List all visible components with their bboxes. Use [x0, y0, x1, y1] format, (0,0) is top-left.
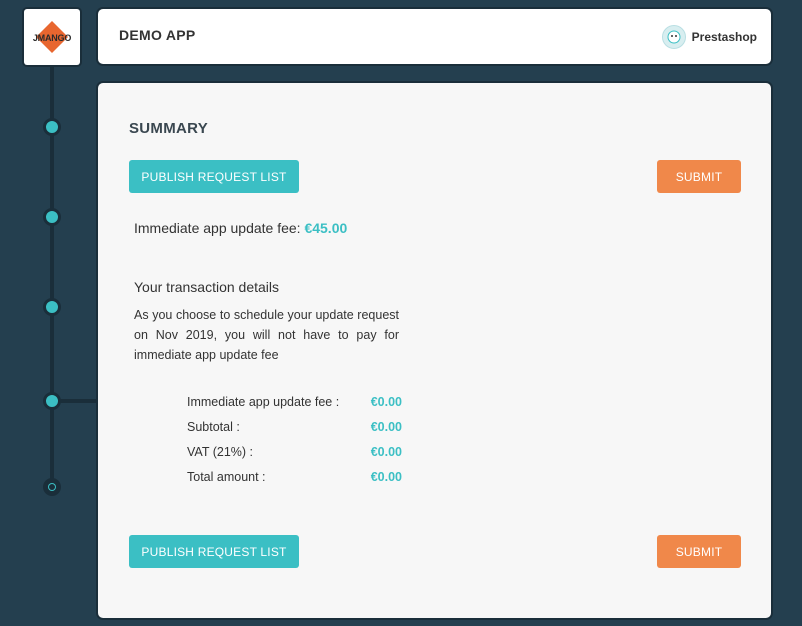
immediate-fee-line: Immediate app update fee: €45.00	[134, 220, 347, 236]
platform-label: Prestashop	[691, 30, 757, 44]
immediate-fee-value: €45.00	[304, 220, 348, 236]
row-value: €0.00	[370, 469, 402, 484]
transaction-details-title: Your transaction details	[134, 279, 280, 295]
page-title: SUMMARY	[129, 120, 209, 137]
app-logo[interactable]: JMANGO	[24, 9, 80, 65]
immediate-fee-label: Immediate app update fee:	[134, 220, 301, 236]
table-row: VAT (21%) : €0.00	[187, 439, 402, 464]
row-value: €0.00	[370, 394, 402, 409]
prestashop-icon	[661, 25, 686, 49]
table-row: Total amount : €0.00	[187, 464, 402, 489]
submit-button-bottom[interactable]: SUBMIT	[657, 535, 741, 568]
row-label: Subtotal :	[187, 419, 240, 434]
timeline-step-1[interactable]	[43, 118, 61, 136]
transaction-note: As you choose to schedule your update re…	[134, 308, 399, 362]
publish-request-list-button-bottom[interactable]: PUBLISH REQUEST LIST	[129, 535, 299, 568]
table-row: Subtotal : €0.00	[187, 414, 402, 439]
row-label: VAT (21%) :	[187, 444, 253, 459]
submit-button-top[interactable]: SUBMIT	[657, 160, 741, 193]
summary-panel: SUMMARY PUBLISH REQUEST LIST SUBMIT Imme…	[98, 83, 771, 618]
publish-request-list-button-top[interactable]: PUBLISH REQUEST LIST	[129, 160, 299, 193]
platform-indicator: Prestashop	[661, 25, 757, 49]
transaction-summary-table: Immediate app update fee : €0.00 Subtota…	[187, 389, 402, 489]
timeline-step-4-current[interactable]	[43, 392, 61, 410]
table-row: Immediate app update fee : €0.00	[187, 389, 402, 414]
timeline-step-2[interactable]	[43, 208, 61, 226]
timeline-step-5[interactable]	[43, 478, 61, 496]
logo-text: JMANGO	[32, 33, 72, 43]
row-value: €0.00	[370, 419, 402, 434]
app-title: DEMO APP	[119, 27, 196, 43]
header-bar: DEMO APP Prestashop	[98, 9, 771, 64]
row-value: €0.00	[370, 444, 402, 459]
row-label: Total amount :	[187, 469, 266, 484]
timeline-step-3[interactable]	[43, 298, 61, 316]
row-label: Immediate app update fee :	[187, 394, 340, 409]
